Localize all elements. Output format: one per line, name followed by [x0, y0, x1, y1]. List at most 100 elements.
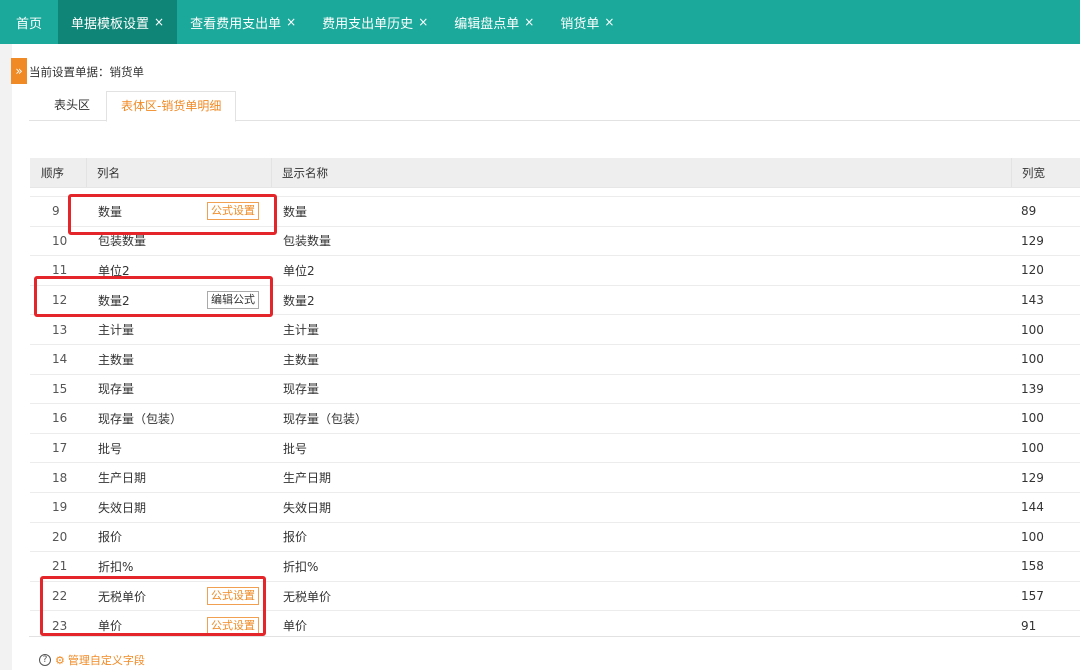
cell-display[interactable]: 包装数量 — [271, 232, 1011, 249]
cell-seq: 20 — [52, 529, 68, 544]
cell-width[interactable]: 91 — [1011, 619, 1080, 633]
cell-name: 现存量 — [86, 375, 271, 404]
tab-home[interactable]: 首页 — [0, 0, 58, 44]
cell-width[interactable]: 129 — [1011, 234, 1080, 248]
help-icon[interactable]: ? — [39, 654, 51, 666]
column-settings-table: 顺序 列名 显示名称 列宽 9 数量 公式设置 数量 89 10 包装数量 包装数量 129 11… — [30, 158, 1080, 640]
cell-width[interactable]: 100 — [1011, 411, 1080, 425]
cell-display[interactable]: 折扣% — [271, 558, 1011, 575]
cell-width[interactable]: 100 — [1011, 441, 1080, 455]
current-document-label: 当前设置单据：销货单 — [29, 65, 144, 79]
cell-name: 主计量 — [86, 315, 271, 344]
cell-name-text: 折扣% — [98, 559, 134, 574]
cell-name-text: 报价 — [98, 530, 123, 545]
cell-width[interactable]: 100 — [1011, 323, 1080, 337]
cell-display[interactable]: 数量 — [271, 203, 1011, 220]
tab-label: 编辑盘点单 — [454, 16, 520, 32]
cell-width[interactable]: 100 — [1011, 530, 1080, 544]
cell-display[interactable]: 失效日期 — [271, 499, 1011, 516]
cell-display[interactable]: 单价 — [271, 617, 1011, 634]
table-row: 14 主数量 主数量 100 — [30, 343, 1080, 374]
tab-label: 销货单 — [560, 16, 600, 32]
cell-seq: 23 — [52, 618, 68, 633]
cell-seq: 13 — [52, 322, 68, 337]
table-row: 11 单位2 单位2 120 — [30, 255, 1080, 285]
manage-custom-fields-link[interactable]: ? ⚙ 管理自定义字段 — [39, 652, 145, 668]
table-body: 9 数量 公式设置 数量 89 10 包装数量 包装数量 129 11 单位2 单位2 120 12 数量2… — [30, 196, 1080, 640]
cell-width[interactable]: 158 — [1011, 559, 1080, 573]
formula-button[interactable]: 公式设置 — [207, 587, 259, 606]
tab-header-area[interactable]: 表头区 — [29, 91, 106, 121]
cell-display[interactable]: 主计量 — [271, 321, 1011, 338]
tab-sales-order[interactable]: 销货单 × — [547, 0, 627, 44]
table-row: 19 失效日期 失效日期 144 — [30, 491, 1080, 522]
formula-button[interactable]: 公式设置 — [207, 202, 259, 221]
footer-link-label: 管理自定义字段 — [67, 654, 145, 667]
cell-seq: 22 — [52, 589, 68, 604]
table-row: 16 现存量（包装） 现存量（包装） 100 — [30, 403, 1080, 433]
cell-name-text: 无税单价 — [98, 589, 147, 604]
cell-display[interactable]: 无税单价 — [271, 588, 1011, 605]
cell-width[interactable]: 157 — [1011, 589, 1080, 603]
formula-button[interactable]: 公式设置 — [207, 616, 259, 635]
divider — [29, 636, 1080, 637]
cell-display[interactable]: 主数量 — [271, 351, 1011, 368]
formula-button[interactable]: 编辑公式 — [207, 291, 259, 310]
cell-width[interactable]: 120 — [1011, 263, 1080, 277]
table-row: 17 批号 批号 100 — [30, 432, 1080, 463]
cell-display[interactable]: 批号 — [271, 440, 1011, 457]
tab-label: 查看费用支出单 — [190, 16, 282, 32]
tab-view-expense[interactable]: 查看费用支出单 × — [177, 0, 309, 44]
cell-width[interactable]: 143 — [1011, 293, 1080, 307]
cell-seq: 12 — [52, 293, 68, 308]
cell-name-text: 现存量（包装） — [98, 411, 183, 426]
header-seq: 顺序 — [41, 166, 64, 180]
cell-display[interactable]: 现存量（包装） — [271, 410, 1011, 427]
cell-width[interactable]: 139 — [1011, 382, 1080, 396]
cell-width[interactable]: 89 — [1011, 204, 1080, 218]
cell-name: 数量2 编辑公式 — [86, 286, 271, 315]
cell-display[interactable]: 报价 — [271, 528, 1011, 545]
cell-seq: 17 — [52, 441, 68, 456]
header-name: 列名 — [86, 158, 271, 187]
tab-label: 单据模板设置 — [71, 16, 150, 32]
cell-name: 报价 — [86, 523, 271, 552]
close-icon[interactable]: × — [154, 15, 164, 29]
expand-sidebar-icon[interactable]: » — [11, 58, 27, 84]
table-row: 13 主计量 主计量 100 — [30, 314, 1080, 344]
cell-width[interactable]: 100 — [1011, 352, 1080, 366]
cell-name-text: 单价 — [98, 619, 123, 634]
cell-name: 批号 — [86, 434, 271, 463]
cell-display[interactable]: 生产日期 — [271, 469, 1011, 486]
tab-edit-stocktake[interactable]: 编辑盘点单 × — [441, 0, 547, 44]
cell-width[interactable]: 144 — [1011, 500, 1080, 514]
tab-expense-history[interactable]: 费用支出单历史 × — [309, 0, 441, 44]
table-row: 9 数量 公式设置 数量 89 — [30, 196, 1080, 226]
cell-name-text: 现存量 — [98, 382, 135, 397]
cell-name: 折扣% — [86, 552, 271, 581]
left-gutter — [0, 44, 12, 670]
cell-display[interactable]: 数量2 — [271, 292, 1011, 309]
tab-home-label: 首页 — [16, 16, 43, 32]
close-icon[interactable]: × — [604, 15, 614, 29]
cell-name-text: 数量2 — [98, 293, 130, 308]
tab-template-settings[interactable]: 单据模板设置 × — [58, 0, 178, 44]
close-icon[interactable]: × — [286, 15, 296, 29]
tab-label: 费用支出单历史 — [322, 16, 414, 32]
cell-name: 单位2 — [86, 256, 271, 285]
table-row: 20 报价 报价 100 — [30, 521, 1080, 552]
cell-display[interactable]: 单位2 — [271, 262, 1011, 279]
cell-name: 失效日期 — [86, 493, 271, 522]
cell-name-text: 失效日期 — [98, 500, 147, 515]
cell-width[interactable]: 129 — [1011, 471, 1080, 485]
cell-name-text: 批号 — [98, 441, 123, 456]
cell-display[interactable]: 现存量 — [271, 380, 1011, 397]
close-icon[interactable]: × — [524, 15, 534, 29]
cell-name: 数量 公式设置 — [86, 197, 271, 226]
cell-name: 包装数量 — [86, 227, 271, 256]
close-icon[interactable]: × — [418, 15, 428, 29]
tab-body-area[interactable]: 表体区-销货单明细 — [106, 91, 237, 122]
header-width: 列宽 — [1011, 158, 1080, 187]
section-tabs: 表头区 表体区-销货单明细 — [29, 91, 1080, 122]
cell-seq: 11 — [52, 263, 68, 278]
